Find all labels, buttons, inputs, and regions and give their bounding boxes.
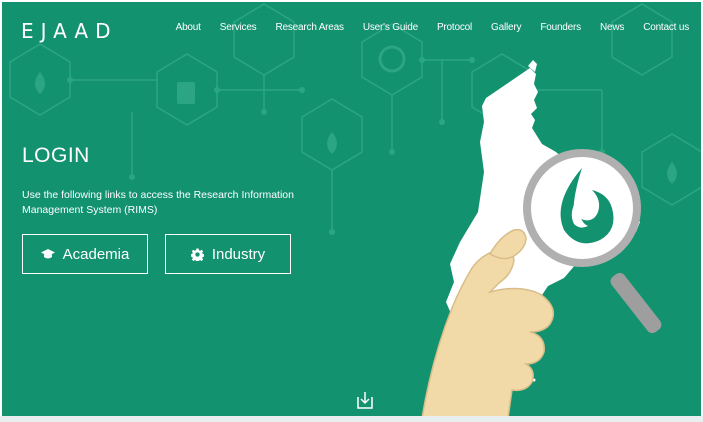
nav-item-contact-us[interactable]: Contact us (643, 22, 689, 33)
nav-item-news[interactable]: News (600, 22, 624, 33)
nav-item-users-guide[interactable]: User's Guide (363, 22, 418, 33)
nav-item-gallery[interactable]: Gallery (491, 22, 521, 33)
page-title: LOGIN (22, 144, 90, 167)
academia-button[interactable]: Academia (22, 234, 148, 274)
nav-menu: About Services Research Areas User's Gui… (157, 22, 690, 33)
site-logo[interactable]: EJAAD (21, 19, 118, 43)
nav-item-founders[interactable]: Founders (540, 22, 581, 33)
hero-section: EJAAD About Services Research Areas User… (2, 2, 701, 418)
academia-button-label: Academia (62, 245, 130, 263)
gear-icon (190, 248, 204, 261)
nav-item-protocol[interactable]: Protocol (437, 22, 472, 33)
magnifier-lens (523, 149, 641, 267)
login-description: Use the following links to access the Re… (22, 189, 294, 216)
nav-item-about[interactable]: About (176, 22, 201, 33)
top-navigation: EJAAD About Services Research Areas User… (2, 2, 701, 58)
download-arrow-icon[interactable] (355, 390, 375, 410)
industry-button[interactable]: Industry (165, 234, 291, 274)
nav-item-research-areas[interactable]: Research Areas (275, 22, 344, 33)
industry-button-label: Industry (211, 245, 266, 263)
nav-item-services[interactable]: Services (220, 22, 257, 33)
oman-map-magnifier-illustration (421, 60, 662, 418)
graduation-cap-icon (40, 249, 55, 259)
magnifier-handle (610, 272, 662, 334)
page-bottom-edge (0, 416, 703, 422)
